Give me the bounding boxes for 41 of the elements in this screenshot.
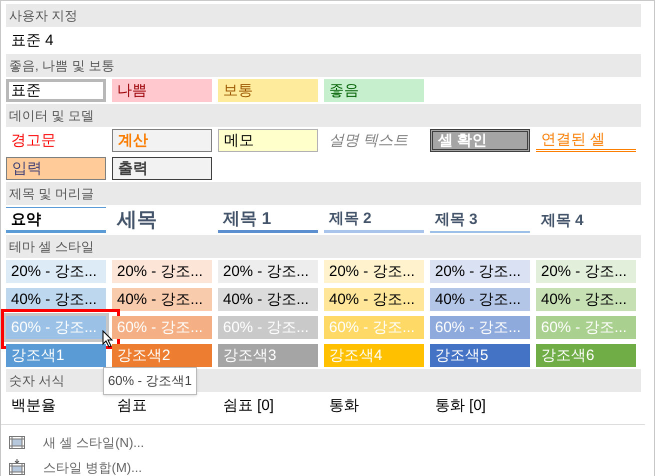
style-item[interactable]: 20% - 강조... xyxy=(430,260,530,283)
style-item[interactable]: 제목 3 xyxy=(430,207,530,233)
section-header: 제목 및 머리글 xyxy=(6,182,641,205)
style-item[interactable]: 통화 xyxy=(324,394,424,417)
menu-item[interactable]: 스타일 병합(M)... xyxy=(43,458,142,476)
style-item[interactable]: 보통 xyxy=(218,79,318,102)
section-header: 좋음, 나쁨 및 보통 xyxy=(6,54,641,77)
style-item[interactable]: 쉼표 [0] xyxy=(218,394,318,417)
style-item[interactable]: 제목 4 xyxy=(536,207,636,233)
style-item[interactable]: 백분율 xyxy=(6,394,106,417)
style-item[interactable]: 경고문 xyxy=(6,129,106,152)
section-header: 테마 셀 스타일 xyxy=(6,235,641,258)
style-item[interactable]: 나쁨 xyxy=(112,79,212,102)
style-item[interactable]: 20% - 강조... xyxy=(6,260,106,283)
style-item[interactable]: 20% - 강조... xyxy=(218,260,318,283)
style-item[interactable]: 좋음 xyxy=(324,79,424,102)
style-item[interactable]: 통화 [0] xyxy=(430,394,530,417)
style-item[interactable]: 강조색5 xyxy=(430,344,530,367)
style-item[interactable]: 표준 4 xyxy=(6,29,106,52)
menu-item[interactable]: 새 셀 스타일(N)... xyxy=(43,433,144,452)
style-item[interactable]: 쉼표 xyxy=(112,394,212,417)
style-item[interactable]: 20% - 강조... xyxy=(536,260,636,283)
style-item[interactable]: 설명 텍스트 xyxy=(324,129,424,152)
section-header: 데이터 및 모델 xyxy=(6,104,641,127)
style-item[interactable]: 입력 xyxy=(6,157,106,180)
style-item[interactable]: 40% - 강조... xyxy=(218,288,318,311)
style-item[interactable]: 40% - 강조... xyxy=(536,288,636,311)
style-item[interactable]: 20% - 강조... xyxy=(112,260,212,283)
section-header: 사용자 지정 xyxy=(6,4,641,27)
style-item[interactable]: 40% - 강조... xyxy=(6,288,106,311)
style-item[interactable]: 20% - 강조... xyxy=(324,260,424,283)
cursor-icon xyxy=(102,330,114,348)
table-icon xyxy=(9,436,25,450)
style-item[interactable]: 세목 xyxy=(112,207,212,233)
style-item[interactable]: 40% - 강조... xyxy=(112,288,212,311)
style-item[interactable]: 40% - 강조... xyxy=(430,288,530,311)
style-item[interactable]: 출력 xyxy=(112,157,212,180)
style-item[interactable]: 표준 xyxy=(6,79,106,102)
style-item[interactable]: 메모 xyxy=(218,129,318,152)
tooltip: 60% - 강조색1 xyxy=(103,367,197,394)
style-item[interactable]: 40% - 강조... xyxy=(324,288,424,311)
